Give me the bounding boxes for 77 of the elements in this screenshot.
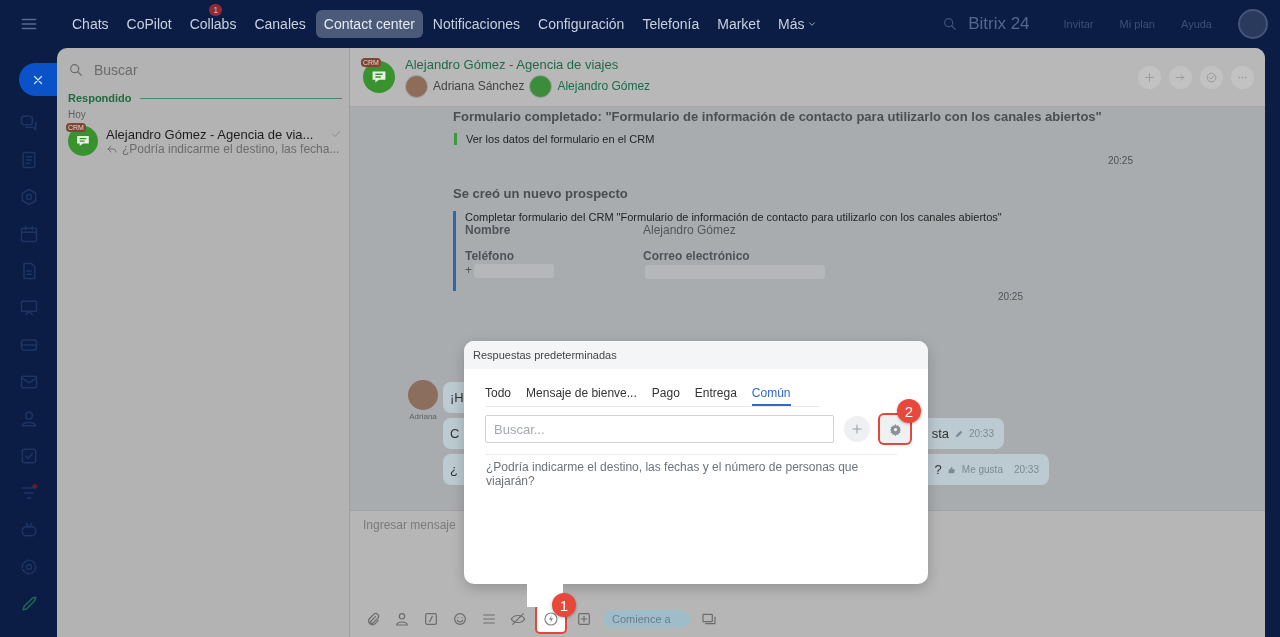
message-time: 20:33 — [968, 428, 994, 439]
check-circle-button[interactable] — [1200, 65, 1223, 89]
category-tab[interactable]: Todo — [485, 386, 512, 406]
message-text: ¡H — [450, 390, 464, 405]
notification-badge: 1 — [209, 4, 223, 16]
message-text: ? — [934, 462, 942, 477]
chat-title: Alejandro Gómez - Agencia de via... — [106, 126, 314, 142]
add-icon — [850, 422, 864, 436]
member-avatar[interactable] — [405, 74, 428, 98]
group-title: Respondido — [68, 92, 132, 104]
category-tab[interactable]: Pago — [651, 386, 680, 406]
check-circle-icon — [1205, 70, 1218, 84]
person-icon — [394, 611, 410, 627]
nav-tab[interactable]: Canales — [246, 10, 314, 38]
lightning-circle-icon — [543, 611, 559, 627]
avatar-photo — [408, 380, 438, 410]
nav-tab[interactable]: Telefonía — [634, 10, 708, 38]
author-name: Adriana — [409, 412, 437, 421]
calendar-icon[interactable] — [18, 224, 39, 244]
message-text: ¿ — [450, 462, 458, 477]
board-icon[interactable] — [18, 298, 39, 318]
field-label: Teléfono — [465, 249, 516, 263]
forward-button[interactable] — [1169, 65, 1192, 89]
settings-button[interactable] — [880, 415, 910, 443]
user-avatar[interactable] — [1238, 9, 1268, 39]
search-icon — [68, 62, 84, 78]
smile-icon — [452, 611, 468, 627]
plus-box-icon — [576, 611, 592, 627]
search-field[interactable]: Buscar... — [485, 415, 834, 443]
nav-tab[interactable]: Configuración — [530, 10, 633, 38]
field-value: + — [465, 263, 472, 277]
message-text: C — [450, 426, 460, 441]
thumbs-up-icon — [946, 464, 957, 475]
close-button[interactable] — [19, 63, 57, 96]
nav-tab[interactable]: Notificaciones — [424, 10, 528, 38]
nav-tab[interactable]: Chats — [64, 10, 117, 38]
nav-tab[interactable]: Contact center — [315, 10, 423, 38]
message-time: 20:25 — [996, 291, 1023, 302]
chat-bubbles-icon[interactable] — [18, 113, 39, 133]
eye-slash-icon — [510, 611, 526, 627]
quick-reply-item[interactable]: ¿Podría indicarme el destino, las fechas y el número de personas que viajarán? — [485, 454, 897, 488]
member-avatar[interactable] — [529, 74, 553, 98]
chat-title: Alejandro Gómez - Agencia de viajes — [405, 56, 620, 72]
lead-title: Se creó un nuevo prospecto — [453, 186, 629, 201]
lead-description: Completar formulario del CRM "Formulario de información de contacto para utilizarlo con los canales abiertos" — [465, 211, 1003, 223]
chat-preview: ¿Podría indicarme el destino, las fecha... — [122, 141, 340, 156]
paperclip-icon — [365, 611, 381, 627]
list-icon — [481, 611, 497, 627]
logo-text: Bitrix 24 — [968, 14, 1030, 34]
mail-icon[interactable] — [18, 372, 39, 392]
nav-tab[interactable]: Market — [709, 10, 769, 38]
more-button[interactable] — [1231, 65, 1254, 89]
category-tab[interactable]: Común — [751, 386, 791, 406]
message-time: 20:25 — [1106, 155, 1133, 166]
popup-title: Respuestas predeterminadas — [464, 341, 928, 369]
member-name[interactable]: Adriana Sánchez — [433, 79, 525, 93]
add-button[interactable] — [1138, 65, 1161, 89]
field-value: Alejandro Gómez — [643, 223, 737, 237]
message-time: 20:33 — [1013, 464, 1039, 475]
add-button[interactable] — [844, 416, 870, 442]
settings-icon — [888, 422, 902, 436]
chevron-down-icon — [807, 19, 818, 29]
form-message-title: Formulario completado: "Formulario de información de contacto para utilizarlo con los canales abiertos" — [453, 109, 1102, 124]
windows-icon — [701, 611, 717, 627]
category-tab[interactable]: Mensaje de bienve... — [526, 386, 637, 406]
category-tab[interactable]: Entrega — [694, 386, 737, 406]
message-text: sta — [931, 426, 949, 441]
nav-tab[interactable]: CoPilot — [118, 10, 180, 38]
add-icon — [1143, 70, 1156, 84]
field-label: Nombre — [465, 223, 512, 237]
slash-box-icon — [423, 611, 439, 627]
field-label: Correo electrónico — [643, 249, 751, 263]
check-icon — [330, 128, 342, 140]
date-label: Hoy — [68, 109, 87, 120]
search-icon[interactable] — [942, 16, 959, 32]
form-link[interactable]: Ver los datos del formulario en el CRM — [454, 133, 1133, 145]
nav-tab[interactable]: Más — [770, 10, 826, 38]
